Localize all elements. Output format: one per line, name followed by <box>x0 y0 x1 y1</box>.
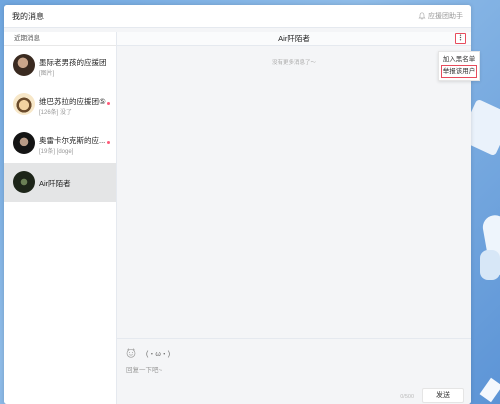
send-button[interactable]: 发送 <box>422 388 464 403</box>
background-decoration <box>480 250 500 280</box>
chat-title: Air阡陌者 <box>278 34 310 43</box>
conversation-name: 维巴苏拉的应援团⑤ <box>39 97 106 106</box>
conversation-name: Air阡陌者 <box>39 179 71 188</box>
conversation-item-active[interactable]: Air阡陌者 <box>4 163 116 202</box>
conversation-name: 墨际老男孩的应援团⑤ <box>39 58 107 67</box>
conversation-item[interactable]: 墨际老男孩的应援团⑤ [图片] <box>4 46 116 85</box>
char-counter: 0/500 <box>400 394 414 400</box>
unread-dot <box>107 102 110 105</box>
avatar <box>13 171 35 193</box>
top-bar: 我的消息 应援团助手 <box>4 5 471 28</box>
more-options-menu: 加入黑名单 举报该用户 <box>438 51 480 81</box>
conversation-name: 奥雷卡尔克斯的应... <box>39 136 106 145</box>
background-decoration <box>479 377 500 403</box>
emoji-icon[interactable] <box>126 348 136 358</box>
message-input[interactable]: 回复一下吧~ <box>126 364 162 374</box>
no-more-messages: 没有更多消息了～ <box>271 60 316 66</box>
conversation-preview: [126条] 没了 <box>39 110 73 116</box>
assistant-label: 应援团助手 <box>428 13 463 20</box>
menu-item-blacklist[interactable]: 加入黑名单 <box>441 54 477 65</box>
avatar <box>13 54 35 76</box>
assistant-link[interactable]: 应援团助手 <box>418 11 463 21</box>
bell-icon <box>418 12 426 20</box>
background-decoration <box>480 213 500 277</box>
messages-window: 我的消息 应援团助手 近期消息 墨际老男孩的应援团⑤ [图片] 维巴苏拉的应援团… <box>4 5 471 404</box>
avatar <box>13 93 35 115</box>
unread-dot <box>107 141 110 144</box>
message-input-area: (・ω・) 回复一下吧~ 0/500 发送 <box>117 338 471 404</box>
conversation-sidebar: 近期消息 墨际老男孩的应援团⑤ [图片] 维巴苏拉的应援团⑤ [126条] 没了… <box>4 32 117 404</box>
conversation-preview: [19条] [doge] <box>39 149 74 155</box>
more-vertical-icon <box>459 34 462 41</box>
kaomoji-button[interactable]: (・ω・) <box>146 349 170 359</box>
conversation-item[interactable]: 维巴苏拉的应援团⑤ [126条] 没了 <box>4 85 116 124</box>
chat-header: Air阡陌者 <box>117 32 471 46</box>
sidebar-header: 近期消息 <box>4 32 116 46</box>
conversation-item[interactable]: 奥雷卡尔克斯的应... [19条] [doge] <box>4 124 116 163</box>
conversation-preview: [图片] <box>39 71 55 77</box>
more-options-button[interactable] <box>455 33 466 44</box>
avatar <box>13 132 35 154</box>
menu-item-report-user[interactable]: 举报该用户 <box>441 65 477 78</box>
page-title: 我的消息 <box>12 12 44 21</box>
